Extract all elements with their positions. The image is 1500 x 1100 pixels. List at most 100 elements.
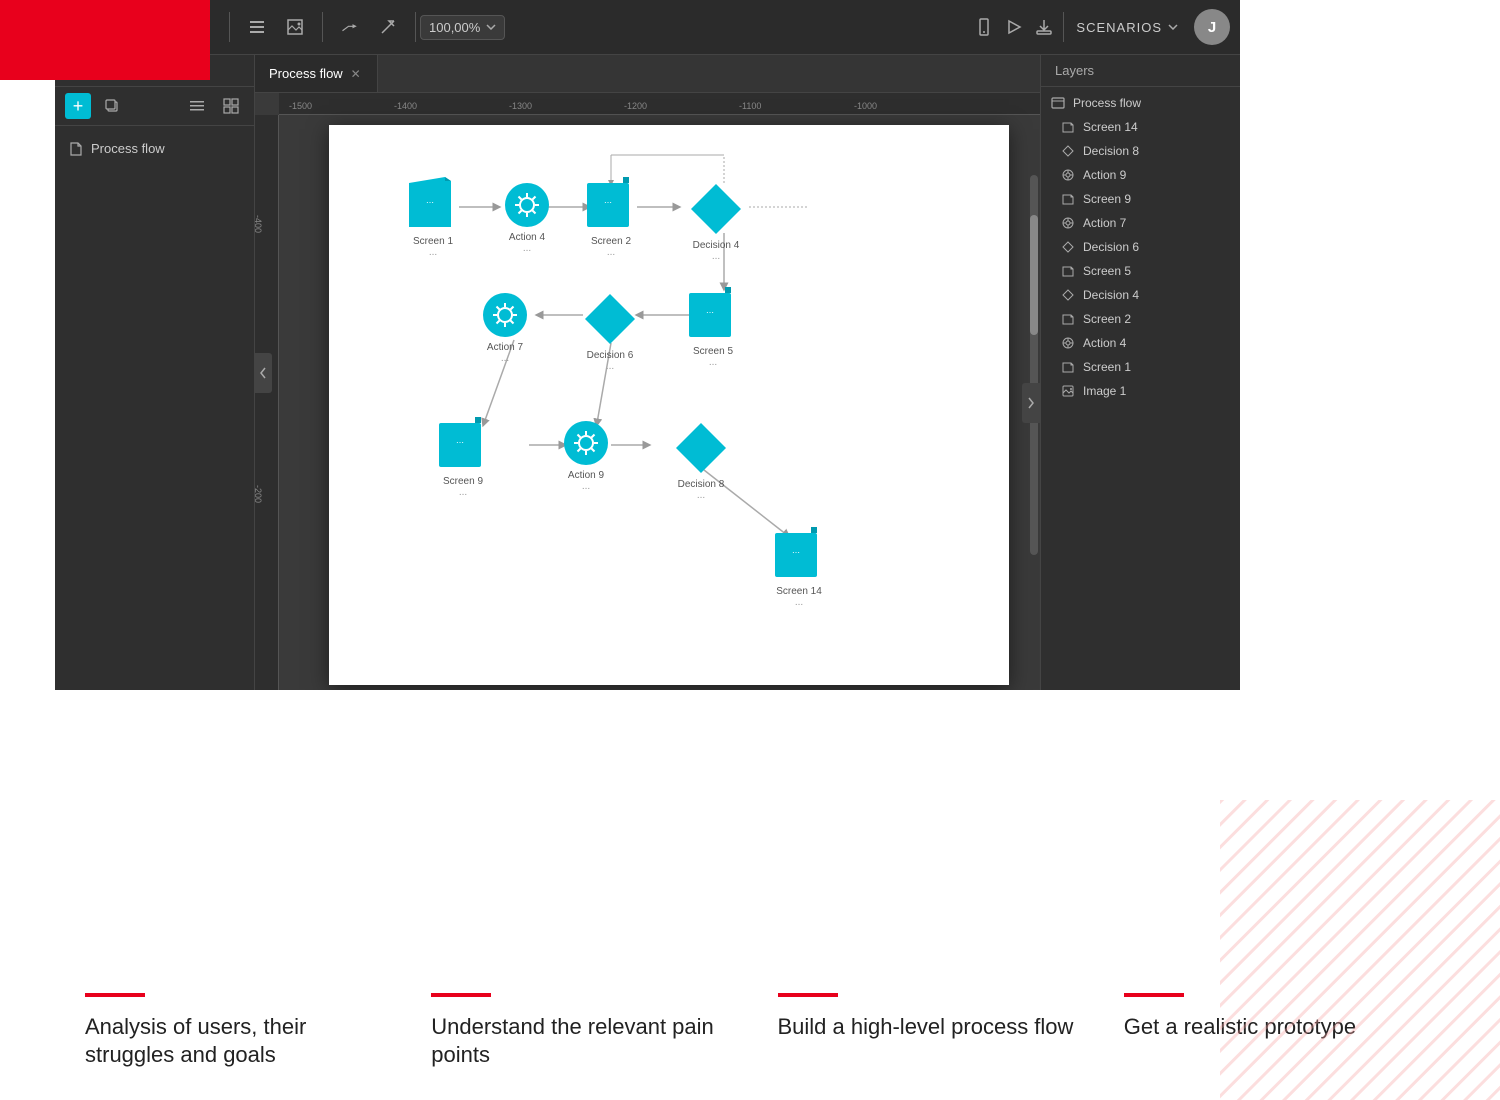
node-decision6[interactable]: Decision 6 ... [583,292,637,372]
user-avatar[interactable]: J [1194,9,1230,45]
node-decision6-label: Decision 6 [587,350,634,361]
node-action9[interactable]: Action 9 ... [563,420,609,492]
zoom-control[interactable]: 100,00% [420,15,505,40]
diagonal-pattern-decoration [1220,800,1500,1100]
node-decision4-dots: ... [712,251,720,262]
arrow-tool-button[interactable] [373,12,403,42]
feature-accent-3 [778,993,838,997]
layer-screen-icon-1 [1061,360,1075,374]
node-action9-dots: ... [582,481,590,492]
list-view-button[interactable] [242,12,272,42]
node-screen5-dots: ... [709,357,717,368]
toolbar-sep-4 [1063,12,1064,42]
red-corner-decoration [0,0,210,80]
layer-item-decision6[interactable]: Decision 6 [1041,235,1240,259]
layer-item-process-flow[interactable]: Process flow [1041,91,1240,115]
layer-item-action9[interactable]: Action 9 [1041,163,1240,187]
ruler-label-1200: -1200 [624,101,647,111]
layer-image-icon-1 [1061,384,1075,398]
right-panel: Layers Process flow [1040,55,1240,690]
sidebar-grid-button[interactable] [218,93,244,119]
sidebar-list-button[interactable] [184,93,210,119]
ruler-label-1400: -1400 [394,101,417,111]
layer-item-screen14[interactable]: Screen 14 [1041,115,1240,139]
node-action7-dots: ... [501,353,509,364]
zoom-value: 100,00% [429,20,480,35]
layer-item-action7[interactable]: Action 7 [1041,211,1240,235]
layer-action-icon-7 [1061,216,1075,230]
collapse-left-button[interactable] [254,353,272,393]
node-screen14-label: Screen 14 [776,586,822,597]
file-icon [69,142,83,156]
ruler-v-label-400: -400 [255,215,263,233]
collapse-right-button[interactable] [1022,383,1040,423]
node-decision4[interactable]: Decision 4 ... [689,182,743,262]
layer-item-screen1[interactable]: Screen 1 [1041,355,1240,379]
tabs-bar: Process flow ✕ [255,55,1040,93]
node-screen1[interactable]: ⋯ Screen 1 ... [409,177,457,258]
node-screen9-label: Screen 9 [443,476,483,487]
canvas-page: ⋯ Screen 1 ... [329,125,1009,685]
toolbar-view-group [234,12,318,42]
content-area: Process flow ✕ -1500 -1400 -1300 -1200 -… [255,55,1040,690]
feature-accent-4 [1124,993,1184,997]
sidebar-items-list: Process flow [55,126,254,171]
node-screen2-dots: ... [607,247,615,258]
layer-decision-icon-4 [1061,288,1075,302]
canvas[interactable]: ⋯ Screen 1 ... [279,115,1040,690]
node-decision8[interactable]: Decision 8 ... [674,421,728,501]
node-screen14[interactable]: ⋯ Screen 14 ... [775,527,823,608]
node-screen1-label: Screen 1 [413,236,453,247]
layer-item-decision8[interactable]: Decision 8 [1041,139,1240,163]
scrollbar-thumb[interactable] [1030,215,1038,335]
node-action9-label: Action 9 [568,470,604,481]
sidebar-duplicate-button[interactable] [99,93,125,119]
play-button[interactable] [999,12,1029,42]
feature-card-1: Analysis of users, their struggles and g… [85,993,431,1070]
feature-card-3: Build a high-level process flow [778,993,1124,1070]
layer-item-decision4[interactable]: Decision 4 [1041,283,1240,307]
layers-list: Process flow Screen 14 [1041,87,1240,407]
node-action4[interactable]: Action 4 ... [504,182,550,254]
layer-screen-icon-14 [1061,120,1075,134]
ruler-horizontal: -1500 -1400 -1300 -1200 -1100 -1000 [279,93,1040,115]
layer-screen-icon-5 [1061,264,1075,278]
feature-card-2: Understand the relevant pain points [431,993,777,1070]
svg-text:⋯: ⋯ [604,198,612,207]
layer-item-screen5[interactable]: Screen 5 [1041,259,1240,283]
tab-close-button[interactable]: ✕ [349,67,363,81]
export-button[interactable] [1029,12,1059,42]
connect-tool-button[interactable] [335,12,365,42]
node-screen2-label: Screen 2 [591,236,631,247]
feature-title-3: Build a high-level process flow [778,1013,1094,1042]
node-screen2[interactable]: ⋯ Screen 2 ... [587,177,635,258]
layer-item-screen9[interactable]: Screen 9 [1041,187,1240,211]
node-screen9[interactable]: ⋯ Screen 9 ... [439,417,487,498]
node-action4-label: Action 4 [509,232,545,243]
tab-process-flow[interactable]: Process flow ✕ [255,55,378,92]
layer-item-action4[interactable]: Action 4 [1041,331,1240,355]
node-action7[interactable]: Action 7 ... [482,292,528,364]
svg-text:⋯: ⋯ [706,308,714,317]
layer-decision-icon-6 [1061,240,1075,254]
node-decision8-label: Decision 8 [678,479,725,490]
feature-title-2: Understand the relevant pain points [431,1013,747,1070]
layer-item-screen2[interactable]: Screen 2 [1041,307,1240,331]
layer-item-image1[interactable]: Image 1 [1041,379,1240,403]
scenarios-dropdown-button[interactable]: SCENARIOS [1068,16,1186,39]
toolbar: 100,00% SCENARIOS J [55,0,1240,55]
svg-text:⋯: ⋯ [426,198,434,207]
sidebar-item-process-flow[interactable]: Process flow [55,134,254,163]
image-view-button[interactable] [280,12,310,42]
layer-decision-icon-8 [1061,144,1075,158]
node-screen5[interactable]: ⋯ Screen 5 ... [689,287,737,368]
mobile-preview-button[interactable] [969,12,999,42]
layer-screen-icon-2 [1061,312,1075,326]
sidebar-add-button[interactable]: + [65,93,91,119]
feature-accent-2 [431,993,491,997]
ruler-label-1500: -1500 [289,101,312,111]
node-screen14-dots: ... [795,597,803,608]
scrollbar-vertical[interactable] [1030,175,1038,555]
layer-action-icon-9 [1061,168,1075,182]
node-action7-label: Action 7 [487,342,523,353]
